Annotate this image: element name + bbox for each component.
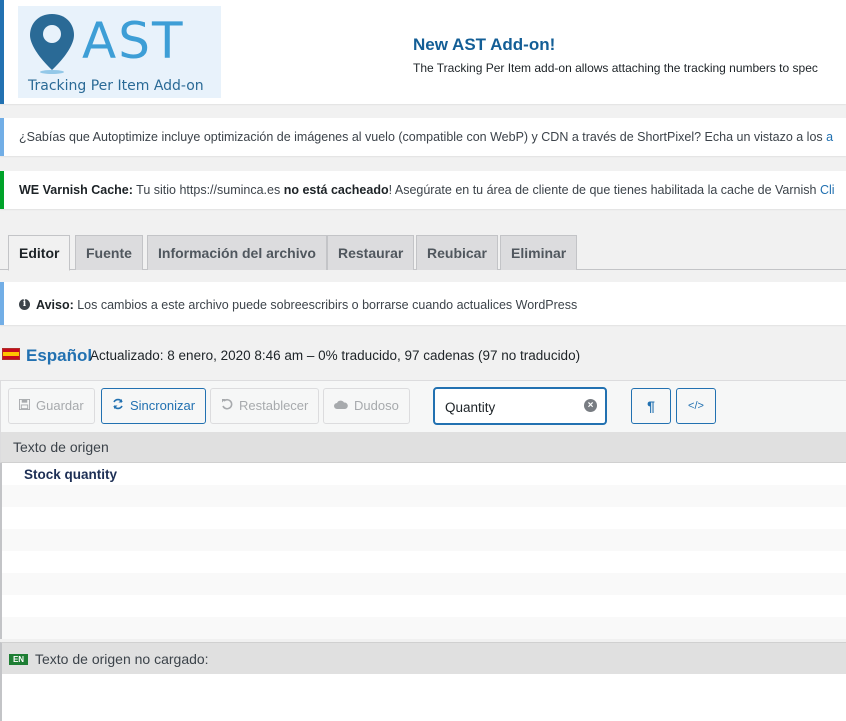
language-status: Actualizado: 8 enero, 2020 8:46 am – 0% … xyxy=(90,348,581,363)
list-item[interactable] xyxy=(2,617,846,639)
floppy-disk-icon xyxy=(19,398,30,413)
code-view-button[interactable]: </> xyxy=(676,388,716,424)
invisibles-toggle-button[interactable]: ¶ xyxy=(631,388,671,424)
tab-restaurar[interactable]: Restaurar xyxy=(327,235,415,270)
ast-logo[interactable]: AST Tracking Per Item Add-on xyxy=(18,6,221,98)
autoptimize-notice: ¿Sabías que Autoptimize incluye optimiza… xyxy=(0,118,846,156)
varnish-text-after: ! Asegúrate en tu área de cliente de que… xyxy=(388,183,820,197)
location-pin-icon xyxy=(30,14,74,74)
source-list: Stock quantity xyxy=(0,463,846,639)
varnish-text-before: Tu sitio https://suminca.es xyxy=(132,183,284,197)
autoptimize-text: ¿Sabías que Autoptimize incluye optimiza… xyxy=(19,130,827,144)
source-string: Stock quantity xyxy=(24,467,118,482)
save-label: Guardar xyxy=(36,398,84,413)
fuzzy-button[interactable]: Dudoso xyxy=(323,388,410,424)
clear-search-icon[interactable]: × xyxy=(584,399,597,412)
cloud-icon xyxy=(334,398,348,413)
warning-label: Aviso: xyxy=(36,298,74,312)
list-item[interactable] xyxy=(2,529,846,551)
ast-logo-tagline: Tracking Per Item Add-on xyxy=(28,78,204,94)
save-button[interactable]: Guardar xyxy=(8,388,95,424)
overwrite-warning: i Aviso: Los cambios a este archivo pued… xyxy=(0,282,846,325)
ast-notice-description: The Tracking Per Item add-on allows atta… xyxy=(413,61,818,75)
warning-body: Los cambios a este archivo puede sobrees… xyxy=(73,298,578,312)
warning-text: Aviso: Los cambios a este archivo puede … xyxy=(36,298,577,312)
english-badge: EN xyxy=(9,654,28,665)
autoptimize-link[interactable]: a xyxy=(826,130,833,144)
source-text-pane xyxy=(0,674,846,721)
varnish-link[interactable]: Cli xyxy=(820,183,835,197)
sync-label: Sincronizar xyxy=(130,398,196,413)
tab-eliminar[interactable]: Eliminar xyxy=(500,235,578,270)
varnish-label: WE Varnish Cache: xyxy=(19,183,133,197)
tab-editor[interactable]: Editor xyxy=(8,235,71,271)
refresh-icon xyxy=(112,398,124,413)
list-item[interactable] xyxy=(2,507,846,529)
source-not-loaded-label: Texto de origen no cargado: xyxy=(35,651,209,667)
editor-tabs: Editor Fuente Información del archivo Re… xyxy=(0,232,846,271)
tab-file-info[interactable]: Información del archivo xyxy=(147,235,327,270)
autoptimize-notice-text: ¿Sabías que Autoptimize incluye optimiza… xyxy=(19,130,833,144)
varnish-not-cached: no está cacheado xyxy=(283,183,389,197)
ast-notice-title: New AST Add-on! xyxy=(413,35,556,54)
revert-button[interactable]: Restablecer xyxy=(210,388,320,424)
list-item[interactable] xyxy=(2,573,846,595)
sync-button[interactable]: Sincronizar xyxy=(101,388,207,424)
search-box: × xyxy=(433,387,607,425)
spain-flag-icon xyxy=(2,348,20,360)
undo-icon xyxy=(221,398,233,413)
list-item[interactable] xyxy=(2,551,846,573)
list-item[interactable]: Stock quantity xyxy=(2,463,846,485)
tab-reubicar[interactable]: Reubicar xyxy=(416,235,498,270)
source-list-header: Texto de origen xyxy=(0,432,846,463)
revert-label: Restablecer xyxy=(239,398,309,413)
ast-addon-notice: AST Tracking Per Item Add-on New AST Add… xyxy=(0,0,846,104)
info-icon: i xyxy=(19,299,30,310)
tab-fuente[interactable]: Fuente xyxy=(75,235,143,270)
list-item[interactable] xyxy=(2,485,846,507)
editor-toolbar: Guardar Sincronizar Restablecer Dudoso ×… xyxy=(0,380,846,432)
fuzzy-label: Dudoso xyxy=(354,398,399,413)
ast-logo-word: AST xyxy=(82,12,185,70)
source-text-pane-header: EN Texto de origen no cargado: xyxy=(0,642,846,674)
list-item[interactable] xyxy=(2,595,846,617)
varnish-cache-notice: WE Varnish Cache: Tu sitio https://sumin… xyxy=(0,171,846,209)
varnish-notice-text: WE Varnish Cache: Tu sitio https://sumin… xyxy=(19,183,835,197)
search-input[interactable] xyxy=(445,398,575,416)
source-header-label: Texto de origen xyxy=(13,439,109,455)
language-name[interactable]: Español xyxy=(26,346,92,366)
